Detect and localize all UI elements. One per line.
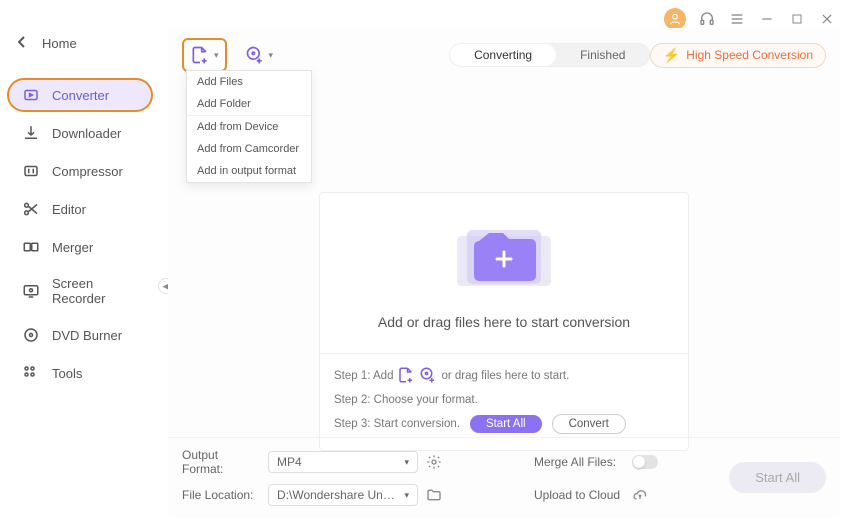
convert-button[interactable]: Convert: [552, 414, 626, 434]
converter-icon: [22, 86, 40, 104]
tools-icon: [22, 364, 40, 382]
step3-label: Step 3: Start conversion.: [334, 418, 460, 430]
step1-prefix: Step 1: Add: [334, 370, 393, 382]
bottom-bar: Output Format: MP4 ▾ Merge All Files: St…: [168, 437, 840, 518]
minimize-button[interactable]: [758, 10, 776, 28]
merger-icon: [22, 238, 40, 256]
maximize-button[interactable]: [788, 10, 806, 28]
sidebar-item-downloader[interactable]: Downloader: [8, 117, 152, 149]
start-all-main-button[interactable]: Start All: [729, 462, 826, 493]
cloud-icon[interactable]: [632, 487, 648, 503]
chevron-down-icon: ▾: [404, 490, 409, 501]
file-location-value: D:\Wondershare UniConverter 1: [277, 488, 397, 502]
sidebar-item-label: Compressor: [52, 164, 123, 179]
chevron-down-icon: ▾: [214, 50, 219, 61]
sidebar: Home Converter Downloader Compressor Edi…: [0, 0, 160, 526]
output-format-select[interactable]: MP4 ▾: [268, 451, 418, 473]
high-speed-label: High Speed Conversion: [686, 48, 813, 62]
merge-all-toggle[interactable]: [632, 455, 658, 469]
bolt-icon: ⚡: [663, 47, 680, 64]
compressor-icon: [22, 162, 40, 180]
headset-icon[interactable]: [698, 10, 716, 28]
home-row[interactable]: Home: [0, 28, 160, 59]
open-folder-icon[interactable]: [426, 487, 442, 503]
file-location-select[interactable]: D:\Wondershare UniConverter 1 ▾: [268, 484, 418, 506]
add-disc-button[interactable]: ▾: [239, 40, 280, 70]
merge-all-label: Merge All Files:: [534, 455, 624, 469]
sidebar-item-screen-recorder[interactable]: Screen Recorder: [8, 269, 152, 313]
chevron-left-icon: [18, 36, 28, 51]
dropdown-item-add-from-camcorder[interactable]: Add from Camcorder: [187, 138, 311, 160]
add-file-icon[interactable]: [397, 366, 415, 387]
high-speed-conversion-button[interactable]: ⚡ High Speed Conversion: [650, 43, 826, 68]
dropdown-item-add-from-device[interactable]: Add from Device: [187, 115, 311, 138]
output-format-value: MP4: [277, 455, 302, 469]
menu-icon[interactable]: [728, 10, 746, 28]
step1-suffix: or drag files here to start.: [441, 370, 569, 382]
tab-converting[interactable]: Converting: [450, 44, 556, 66]
output-format-label: Output Format:: [182, 448, 260, 476]
sidebar-item-dvd-burner[interactable]: DVD Burner: [8, 319, 152, 351]
sidebar-item-label: Screen Recorder: [52, 276, 138, 306]
file-location-label: File Location:: [182, 488, 260, 502]
sidebar-item-label: Editor: [52, 202, 86, 217]
add-disc-icon[interactable]: [419, 366, 437, 387]
sidebar-item-converter[interactable]: Converter: [7, 78, 153, 112]
avatar-icon[interactable]: [664, 8, 686, 30]
download-icon: [22, 124, 40, 142]
sidebar-item-tools[interactable]: Tools: [8, 357, 152, 389]
sidebar-item-compressor[interactable]: Compressor: [8, 155, 152, 187]
add-dropdown-menu: Add Files Add Folder Add from Device Add…: [186, 70, 312, 183]
home-label: Home: [42, 36, 77, 51]
drop-area[interactable]: Add or drag files here to start conversi…: [319, 192, 689, 451]
chevron-down-icon: ▾: [404, 457, 409, 468]
step-3: Step 3: Start conversion. Start All Conv…: [334, 412, 674, 436]
close-button[interactable]: [818, 10, 836, 28]
step-1: Step 1: Add or drag files here to start.: [334, 364, 674, 388]
drop-title: Add or drag files here to start conversi…: [378, 314, 630, 330]
sidebar-item-label: Downloader: [52, 126, 121, 141]
steps: Step 1: Add or drag files here to start.…: [320, 353, 688, 450]
tab-segment: Converting Finished: [449, 43, 650, 67]
step-2: Step 2: Choose your format.: [334, 388, 674, 412]
sidebar-item-label: Merger: [52, 240, 93, 255]
disc-icon: [22, 326, 40, 344]
scissors-icon: [22, 200, 40, 218]
folder-icon: [449, 216, 559, 296]
tab-finished[interactable]: Finished: [556, 44, 649, 66]
sidebar-item-label: Tools: [52, 366, 82, 381]
chevron-down-icon: ▾: [269, 50, 274, 61]
add-file-button[interactable]: ▾: [182, 38, 227, 72]
sidebar-item-label: DVD Burner: [52, 328, 122, 343]
sidebar-item-editor[interactable]: Editor: [8, 193, 152, 225]
sidebar-item-merger[interactable]: Merger: [8, 231, 152, 263]
sidebar-item-label: Converter: [52, 88, 109, 103]
upload-cloud-label: Upload to Cloud: [534, 488, 624, 502]
dropdown-item-add-files[interactable]: Add Files: [187, 71, 311, 93]
start-all-button[interactable]: Start All: [470, 415, 542, 433]
dropdown-item-add-in-output-format[interactable]: Add in output format: [187, 160, 311, 182]
drop-visual: Add or drag files here to start conversi…: [320, 193, 688, 353]
screen-recorder-icon: [22, 282, 40, 300]
settings-gear-icon[interactable]: [426, 454, 442, 470]
dropdown-item-add-folder[interactable]: Add Folder: [187, 93, 311, 115]
